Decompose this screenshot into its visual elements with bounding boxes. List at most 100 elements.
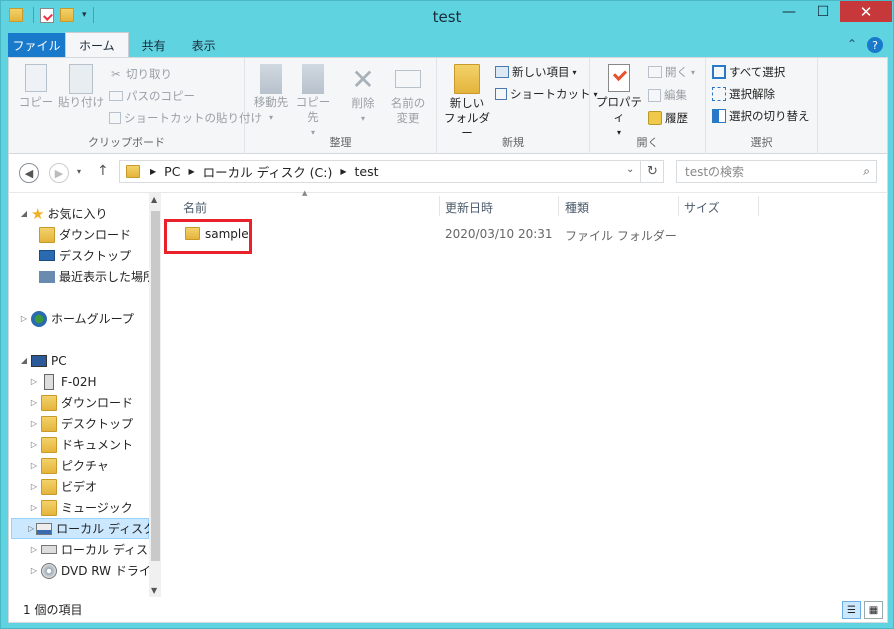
search-icon[interactable]: ⌕	[863, 164, 870, 179]
new-folder-button[interactable]: 新しい フォルダー	[441, 64, 493, 141]
select-all-button[interactable]: すべて選択	[712, 64, 785, 80]
group-new: 新しい フォルダー 新しい項目 ▾ ショートカット ▾ 新規	[437, 58, 598, 154]
history-button[interactable]: 履歴	[648, 110, 688, 126]
minimize-button[interactable]: —	[772, 1, 806, 22]
invert-selection-button[interactable]: 選択の切り替え	[712, 108, 810, 124]
delete-button[interactable]: ✕ 削除 ▾	[345, 64, 381, 126]
nav-pc-videos[interactable]: ▷ ビデオ	[29, 476, 97, 497]
help-icon[interactable]: ?	[867, 37, 883, 53]
nav-pc-local-disk-2[interactable]: ▷ ローカル ディスク (	[29, 539, 161, 560]
paste-button[interactable]: 貼り付け	[57, 64, 105, 110]
forward-button[interactable]: ▶	[49, 163, 69, 183]
column-separator[interactable]	[439, 196, 440, 216]
nav-favorites[interactable]: ◢ ★ お気に入り	[19, 203, 108, 224]
shortcut-button[interactable]: ショートカット ▾	[495, 86, 598, 102]
nav-homegroup[interactable]: ▷ ホームグループ	[19, 308, 134, 329]
tab-share[interactable]: 共有	[129, 33, 179, 57]
collapse-arrow-icon[interactable]: ◢	[19, 356, 29, 365]
move-to-button[interactable]: 移動先 ▾	[251, 64, 291, 125]
expand-arrow-icon[interactable]: ▷	[19, 314, 29, 323]
select-all-label: すべて選択	[729, 65, 786, 79]
column-separator[interactable]	[758, 196, 759, 216]
nav-pc-desktop[interactable]: ▷ デスクトップ	[29, 413, 133, 434]
expand-arrow-icon[interactable]: ▷	[28, 524, 34, 533]
copy-to-button[interactable]: コピー先 ▾	[293, 64, 333, 140]
breadcrumb-pc[interactable]: PC	[164, 164, 180, 179]
nav-fav-recent[interactable]: 最近表示した場所	[37, 266, 155, 287]
expand-arrow-icon[interactable]: ▷	[29, 440, 39, 449]
rename-icon	[395, 70, 421, 88]
collapse-arrow-icon[interactable]: ◢	[19, 209, 29, 218]
column-type[interactable]: 種類	[565, 198, 589, 216]
collapse-ribbon-icon[interactable]: ⌃	[847, 37, 857, 53]
downloads-folder-icon	[39, 226, 55, 243]
open-button[interactable]: 開く ▾	[648, 64, 695, 80]
nav-scroll-thumb[interactable]	[151, 211, 160, 561]
tab-view[interactable]: 表示	[179, 33, 229, 57]
expand-arrow-icon[interactable]: ▷	[29, 503, 39, 512]
nav-fav-desktop[interactable]: デスクトップ	[37, 245, 131, 266]
nav-pc-dvd[interactable]: ▷ DVD RW ドライブ	[29, 560, 161, 581]
details-view-button[interactable]: ☰	[842, 601, 861, 619]
nav-label: 最近表示した場所	[59, 270, 156, 284]
paste-shortcut-button[interactable]: ショートカットの貼り付け	[109, 110, 262, 126]
nav-pc-downloads[interactable]: ▷ ダウンロード	[29, 392, 133, 413]
tab-home[interactable]: ホーム	[65, 32, 129, 57]
breadcrumb-local-disk[interactable]: ローカル ディスク (C:)	[203, 162, 333, 181]
item-count: 1 個の項目	[23, 603, 83, 617]
address-input[interactable]: ▶ PC ▶ ローカル ディスク (C:) ▶ test ⌄ ↻	[119, 160, 664, 183]
select-none-button[interactable]: 選択解除	[712, 86, 775, 102]
breadcrumb-test[interactable]: test	[355, 164, 379, 179]
nav-pc-pictures[interactable]: ▷ ピクチャ	[29, 455, 109, 476]
downloads-folder-icon	[41, 394, 57, 411]
refresh-icon[interactable]: ↻	[640, 161, 664, 182]
nav-label: ローカル ディスク (	[56, 522, 161, 536]
back-button[interactable]: ◀	[19, 163, 39, 183]
column-size[interactable]: サイズ	[684, 198, 720, 216]
rename-button[interactable]: 名前の 変更	[387, 64, 429, 126]
expand-arrow-icon[interactable]: ▷	[29, 566, 39, 575]
copy-path-button[interactable]: パスのコピー	[109, 88, 195, 104]
recent-locations-icon[interactable]: ▾	[77, 167, 81, 176]
expand-arrow-icon[interactable]: ▷	[29, 545, 39, 554]
nav-pc[interactable]: ◢ PC	[19, 350, 67, 371]
scroll-up-icon[interactable]: ▲	[151, 195, 157, 204]
desktop-folder-icon	[41, 415, 57, 432]
new-item-label: 新しい項目	[512, 65, 570, 79]
column-separator[interactable]	[558, 196, 559, 216]
file-row[interactable]: sample 2020/03/10 20:31 ファイル フォルダー	[169, 223, 769, 245]
nav-pc-music[interactable]: ▷ ミュージック	[29, 497, 133, 518]
properties-button[interactable]: プロパティ ▾	[594, 64, 644, 140]
nav-scrollbar[interactable]: ▲ ▼	[149, 193, 161, 598]
nav-label: ダウンロード	[59, 228, 132, 242]
cut-button[interactable]: ✂ 切り取り	[109, 66, 172, 82]
expand-arrow-icon[interactable]: ▷	[29, 482, 39, 491]
tab-file[interactable]: ファイル	[8, 33, 65, 57]
copy-path-icon	[109, 91, 123, 101]
edit-button[interactable]: 編集	[648, 87, 687, 103]
nav-pc-local-disk-c[interactable]: ▷ ローカル ディスク (	[11, 518, 161, 539]
nav-fav-downloads[interactable]: ダウンロード	[37, 224, 131, 245]
copy-button[interactable]: コピー	[17, 64, 55, 110]
column-modified[interactable]: 更新日時	[445, 198, 493, 216]
expand-arrow-icon[interactable]: ▷	[29, 461, 39, 470]
documents-folder-icon	[41, 436, 57, 453]
expand-arrow-icon[interactable]: ▷	[29, 419, 39, 428]
column-separator[interactable]	[678, 196, 679, 216]
new-item-button[interactable]: 新しい項目 ▾	[495, 64, 577, 80]
column-name[interactable]: 名前	[183, 198, 207, 216]
address-dropdown-icon[interactable]: ⌄	[626, 164, 634, 175]
scroll-down-icon[interactable]: ▼	[151, 586, 157, 595]
up-arrow-icon[interactable]: ↑	[97, 163, 109, 179]
close-button[interactable]: ✕	[840, 1, 892, 22]
nav-label: PC	[51, 353, 67, 368]
shortcut-label: ショートカット	[510, 87, 591, 101]
expand-arrow-icon[interactable]: ▷	[29, 377, 39, 386]
search-input[interactable]: testの検索 ⌕	[676, 160, 877, 183]
expand-arrow-icon[interactable]: ▷	[29, 398, 39, 407]
nav-pc-documents[interactable]: ▷ ドキュメント	[29, 434, 133, 455]
maximize-button[interactable]: ☐	[806, 1, 840, 22]
open-icon	[648, 66, 662, 78]
nav-pc-f02h[interactable]: ▷ F-02H	[29, 371, 97, 392]
large-icons-view-button[interactable]: ▦	[864, 601, 883, 619]
